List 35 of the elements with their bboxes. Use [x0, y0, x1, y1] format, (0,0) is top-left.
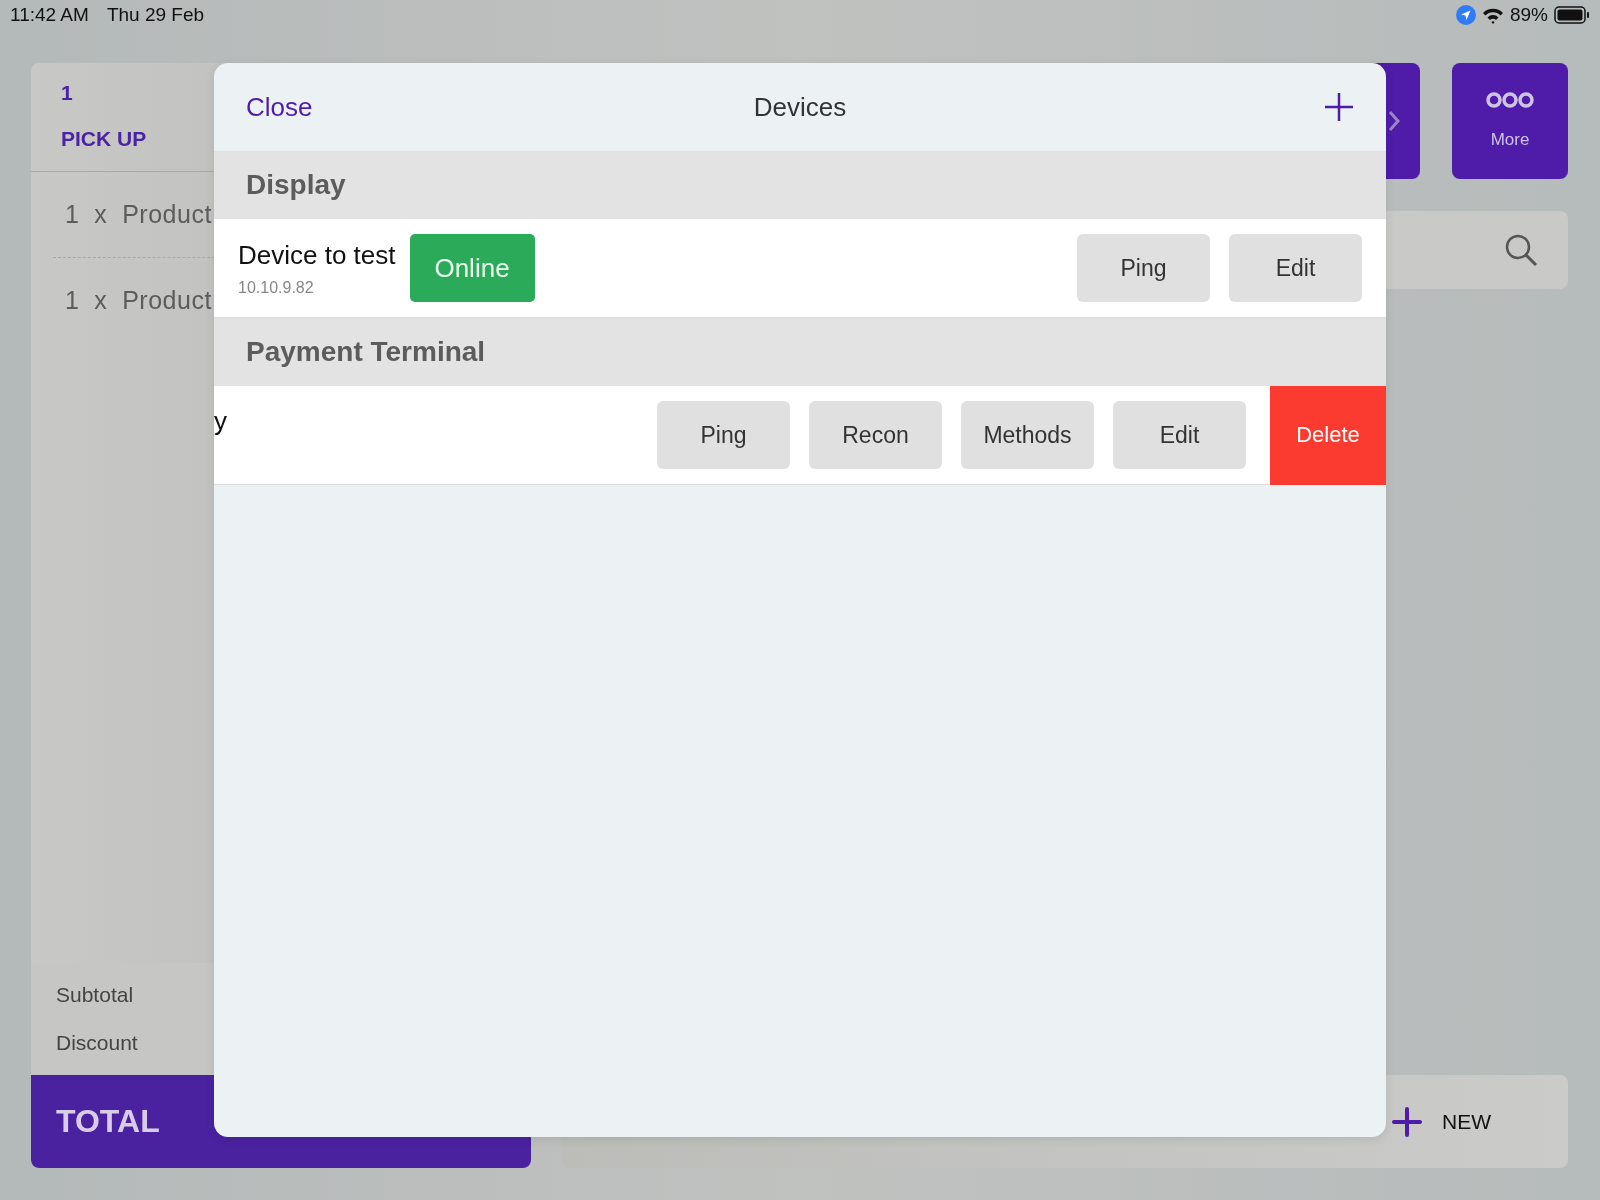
plus-icon	[1392, 1106, 1422, 1137]
action-button[interactable]: Ping	[1077, 234, 1210, 302]
device-address: 10.10.9.82	[238, 278, 315, 297]
device-name: Device to test	[238, 239, 396, 271]
plus-icon	[1324, 92, 1354, 122]
device-name: y	[214, 405, 227, 437]
clock-time: 11:42 AM	[10, 4, 89, 26]
close-button[interactable]: Close	[246, 91, 313, 123]
battery-icon	[1554, 6, 1590, 24]
device-row[interactable]: Device to test 10.10.9.82 Online Ping Edit	[214, 219, 1386, 318]
new-label[interactable]: NEW	[1442, 1109, 1491, 1134]
section-header: Display	[214, 151, 1386, 219]
device-row[interactable]: y Ping Recon Methods Edit Delete	[214, 386, 1386, 485]
wifi-icon	[1481, 6, 1504, 24]
modal-title: Devices	[753, 91, 847, 122]
action-button[interactable]: Methods	[961, 401, 1094, 469]
action-button[interactable]: Ping	[657, 401, 790, 469]
date-text: Thu 29 Feb	[106, 4, 205, 26]
subtotal-label: Subtotal	[56, 983, 135, 1007]
section-header: Payment Terminal	[214, 318, 1386, 386]
more-button[interactable]: More	[1452, 63, 1568, 179]
battery-percent: 89%	[1509, 4, 1548, 26]
status-badge: Online	[409, 234, 535, 302]
search-icon	[1504, 233, 1538, 267]
order-type: PICK UP	[61, 127, 148, 151]
delete-button[interactable]: Delete	[1270, 385, 1386, 485]
order-number: 1	[61, 81, 74, 105]
dots-icon	[1486, 92, 1534, 108]
chevron-icon	[1388, 110, 1400, 132]
location-icon	[1455, 5, 1476, 25]
discount-label: Discount	[56, 1031, 139, 1055]
action-button[interactable]: Recon	[809, 401, 942, 469]
action-button[interactable]: Edit	[1113, 401, 1246, 469]
action-button[interactable]: Edit	[1229, 234, 1362, 302]
add-button[interactable]	[1324, 92, 1354, 122]
